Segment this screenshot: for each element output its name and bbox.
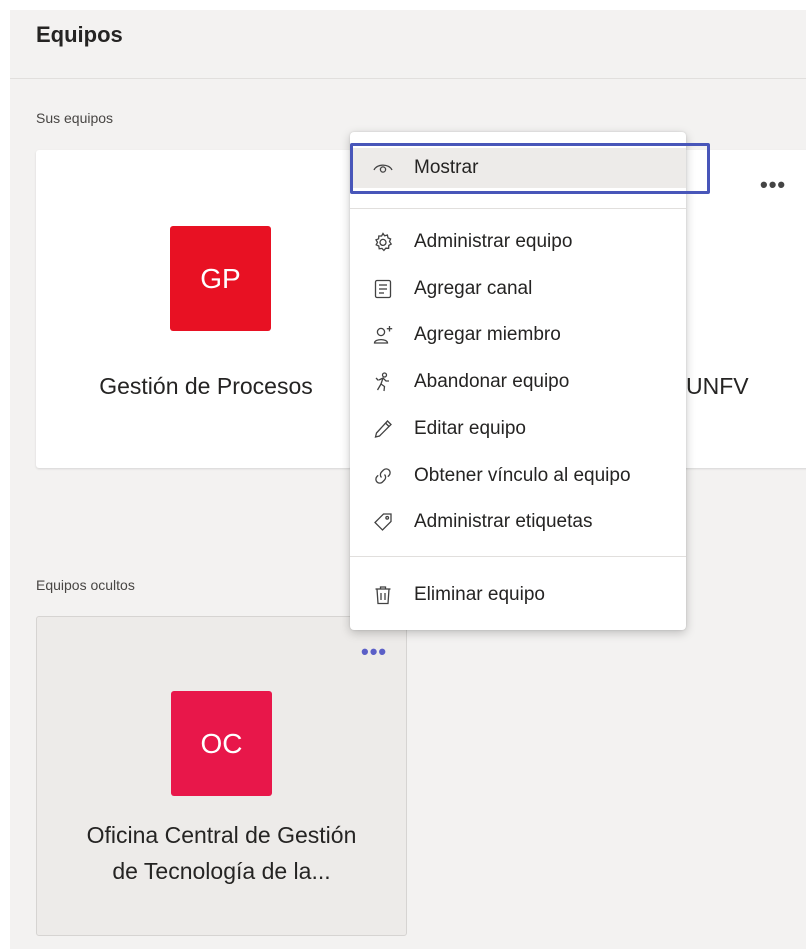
- team-name: Gestión de Procesos: [99, 373, 313, 399]
- team-card-gestion-procesos[interactable]: GP Gestión de Procesos: [36, 150, 352, 468]
- header-bar: Equipos: [10, 10, 806, 79]
- team-context-menu: Mostrar Administrar equipo Agregar canal…: [350, 132, 710, 630]
- menu-item-agregar-canal[interactable]: Agregar canal: [350, 269, 686, 309]
- menu-item-label: Agregar canal: [414, 278, 533, 299]
- leave-icon: [372, 371, 394, 393]
- menu-item-label: Obtener vínculo al equipo: [414, 465, 631, 486]
- menu-item-eliminar-equipo[interactable]: Eliminar equipo: [350, 575, 686, 615]
- menu-item-obtener-vinculo[interactable]: Obtener vínculo al equipo: [350, 456, 686, 496]
- channel-icon: [372, 278, 394, 300]
- menu-divider: [350, 556, 686, 557]
- menu-divider: [350, 208, 686, 209]
- team-name: UNFV: [686, 373, 749, 399]
- menu-item-label: Eliminar equipo: [414, 584, 545, 605]
- team-avatar: GP: [170, 226, 271, 331]
- team-card-oficina-central[interactable]: ••• OC Oficina Central de Gestión de Tec…: [36, 616, 407, 936]
- team-initials: OC: [200, 727, 243, 759]
- trash-icon: [372, 584, 394, 606]
- your-teams-label: Sus equipos: [36, 110, 114, 126]
- teams-app: Equipos Sus equipos GP Gestión de Proces…: [10, 10, 806, 949]
- menu-item-administrar-etiquetas[interactable]: Administrar etiquetas: [350, 502, 686, 542]
- more-options-icon[interactable]: •••: [760, 172, 786, 198]
- team-name: Oficina Central de Gestión de Tecnología…: [37, 817, 406, 889]
- link-icon: [372, 465, 394, 487]
- menu-item-administrar-equipo[interactable]: Administrar equipo: [350, 222, 686, 262]
- gear-icon: [372, 231, 394, 253]
- menu-item-label: Administrar equipo: [414, 231, 573, 252]
- menu-item-label: Administrar etiquetas: [414, 511, 593, 532]
- team-name-line2: de Tecnología de la...: [112, 858, 331, 884]
- page-title: Equipos: [36, 22, 123, 47]
- team-initials: GP: [200, 262, 241, 294]
- menu-item-label: Editar equipo: [414, 418, 526, 439]
- more-options-icon[interactable]: •••: [361, 639, 387, 665]
- team-name-line1: Oficina Central de Gestión: [86, 822, 357, 848]
- menu-item-mostrar[interactable]: Mostrar: [350, 148, 686, 188]
- team-avatar: OC: [171, 691, 272, 796]
- menu-item-label: Abandonar equipo: [414, 371, 570, 392]
- menu-item-label: Mostrar: [414, 157, 479, 178]
- add-person-icon: [372, 324, 394, 346]
- eye-icon: [372, 157, 394, 179]
- tag-icon: [372, 511, 394, 533]
- pencil-icon: [372, 418, 394, 440]
- menu-item-label: Agregar miembro: [414, 324, 561, 345]
- menu-item-agregar-miembro[interactable]: Agregar miembro: [350, 315, 686, 355]
- hidden-teams-label: Equipos ocultos: [36, 577, 135, 593]
- menu-item-abandonar-equipo[interactable]: Abandonar equipo: [350, 362, 686, 402]
- menu-item-editar-equipo[interactable]: Editar equipo: [350, 409, 686, 449]
